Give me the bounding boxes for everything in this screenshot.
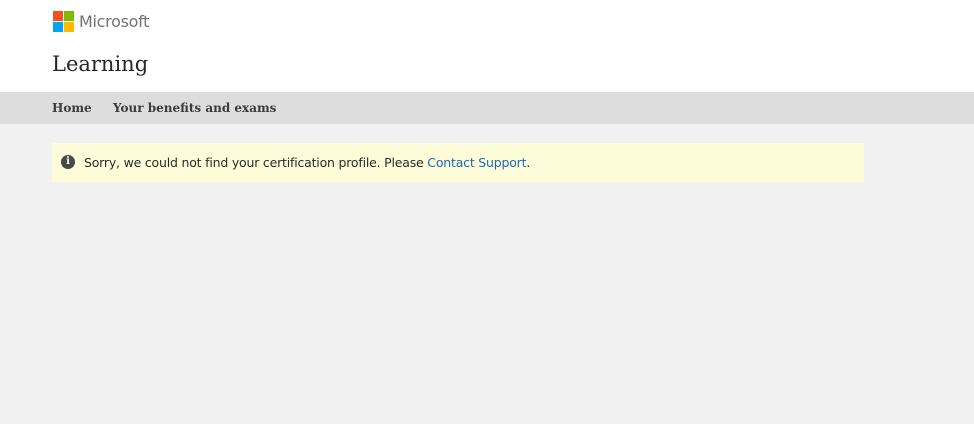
nav-item-benefits-and-exams[interactable]: Your benefits and exams — [113, 92, 276, 124]
microsoft-logo-icon — [53, 11, 74, 32]
site-title[interactable]: Learning — [52, 50, 148, 78]
site-header: Microsoft Learning — [0, 0, 974, 92]
contact-support-link[interactable]: Contact Support — [427, 155, 526, 170]
alert-banner: i Sorry, we could not find your certific… — [52, 143, 864, 182]
main-nav: Home Your benefits and exams — [0, 92, 974, 124]
alert-message-trailing: . — [526, 155, 531, 170]
microsoft-logo[interactable]: Microsoft — [53, 11, 149, 32]
alert-message-text: Sorry, we could not find your certificat… — [84, 155, 428, 170]
info-icon: i — [61, 154, 75, 169]
nav-item-home[interactable]: Home — [52, 92, 92, 124]
alert-message: Sorry, we could not find your certificat… — [84, 155, 530, 170]
microsoft-wordmark: Microsoft — [79, 12, 150, 31]
